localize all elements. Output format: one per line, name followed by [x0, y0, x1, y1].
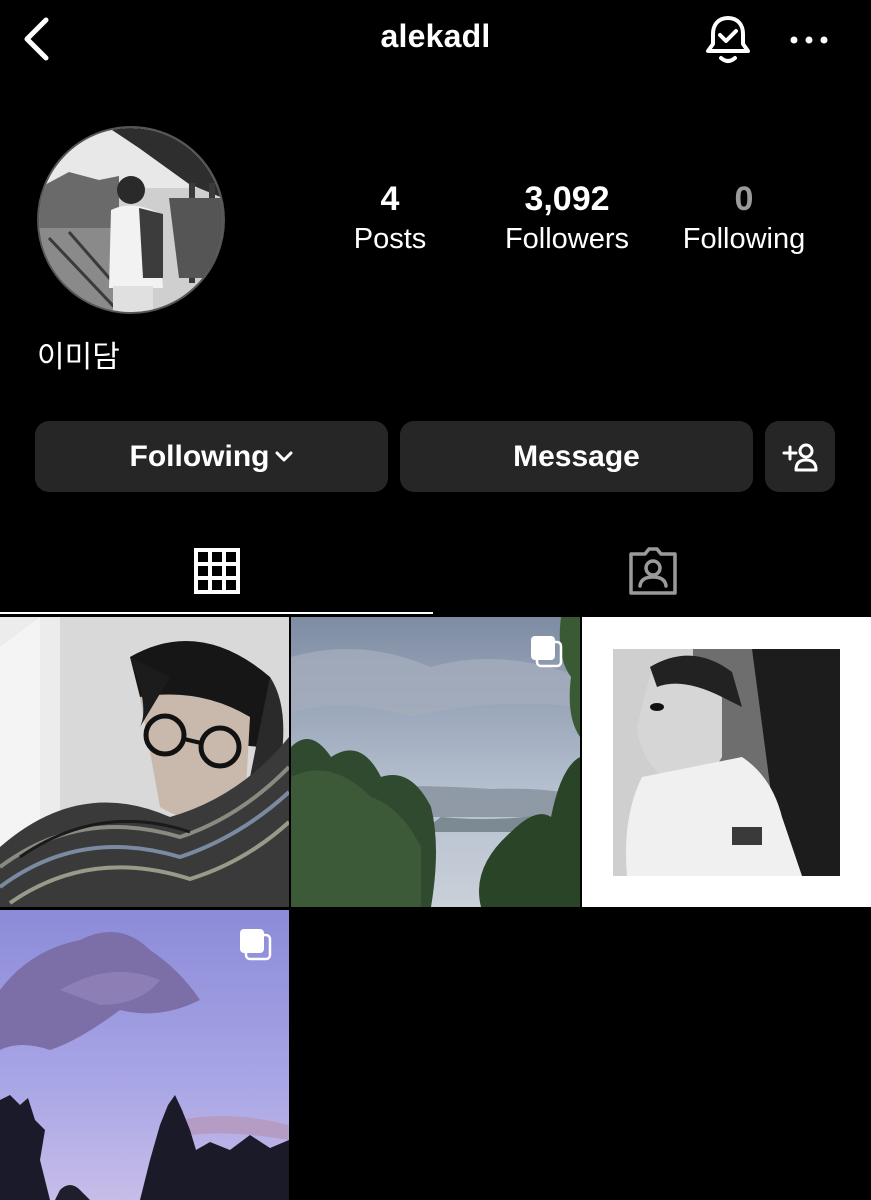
post-thumbnail[interactable] [582, 617, 871, 907]
tab-tagged[interactable] [436, 528, 869, 614]
top-bar: alekadl [0, 0, 871, 80]
ellipsis-icon [790, 36, 828, 44]
message-button[interactable]: Message [400, 421, 753, 492]
post-thumbnail[interactable] [0, 910, 289, 1200]
following-button-label: Following [129, 439, 270, 473]
multiple-posts-icon [531, 636, 563, 668]
tab-posts-grid[interactable] [0, 528, 433, 614]
followers-stat[interactable]: 3,092 Followers [487, 178, 647, 258]
message-button-label: Message [513, 439, 640, 473]
bell-check-icon [706, 16, 750, 63]
post-image [582, 617, 871, 907]
following-button[interactable]: Following [35, 421, 388, 492]
tagged-person-icon [628, 547, 677, 595]
post-thumbnail[interactable] [0, 617, 289, 907]
display-name: 이미담 [37, 340, 120, 375]
followers-label: Followers [504, 223, 630, 255]
add-user-button[interactable] [765, 421, 835, 492]
posts-stat[interactable]: 4 Posts [340, 178, 440, 258]
post-thumbnail[interactable] [291, 617, 580, 907]
post-image [0, 617, 289, 907]
posts-label: Posts [353, 223, 427, 255]
posts-count: 4 [380, 180, 400, 218]
following-label: Following [682, 223, 806, 255]
followers-count: 3,092 [524, 180, 610, 218]
active-tab-indicator [0, 612, 433, 614]
chevron-down-icon [275, 451, 293, 461]
notifications-button[interactable] [700, 12, 756, 68]
add-person-icon [782, 443, 818, 471]
grid-icon [193, 548, 240, 594]
multiple-posts-icon [240, 929, 272, 961]
following-count: 0 [734, 180, 754, 218]
profile-tabs [0, 528, 871, 616]
following-stat[interactable]: 0 Following [668, 178, 820, 258]
profile-avatar[interactable] [37, 126, 225, 314]
more-options-button[interactable] [784, 20, 834, 60]
